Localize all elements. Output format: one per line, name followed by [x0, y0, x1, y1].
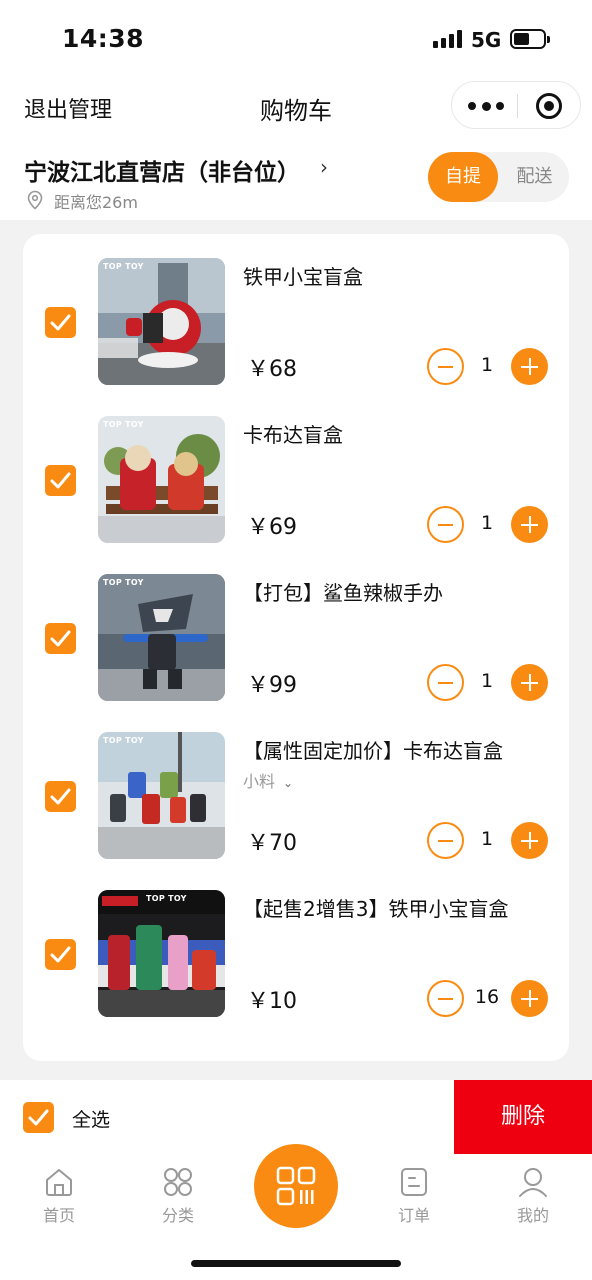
check-icon [50, 630, 71, 647]
tab-label: 首页 [42, 1206, 75, 1225]
store-name[interactable]: 宁波江北直营店（非台位） [24, 153, 300, 187]
increase-quantity-button[interactable] [511, 348, 548, 385]
cart-item: TOP TOY 卡布达盲盒 ￥69 1 [23, 392, 569, 550]
product-name[interactable]: 【起售2增售3】铁甲小宝盲盒 [243, 893, 508, 922]
product-image[interactable]: TOP TOY [98, 258, 225, 385]
cart-item: TOP TOY 【属性固定加价】卡布达盲盒 小料 ⌄ ￥70 1 [23, 708, 569, 866]
product-price: ￥68 [247, 357, 297, 382]
store-distance: 距离您26m [54, 193, 138, 212]
product-price: ￥99 [247, 673, 297, 698]
decrease-quantity-button[interactable] [427, 664, 464, 701]
check-icon [28, 1109, 49, 1126]
qr-scan-icon [276, 1166, 316, 1206]
item-checkbox[interactable] [45, 623, 76, 654]
product-price: ￥70 [247, 831, 297, 856]
product-name[interactable]: 铁甲小宝盲盒 [243, 261, 363, 290]
capsule-divider [517, 94, 518, 118]
delete-button[interactable]: 删除 [454, 1080, 592, 1154]
tab-orders[interactable]: 订单 [374, 1166, 454, 1226]
check-icon [50, 946, 71, 963]
target-circle-icon[interactable] [536, 93, 562, 119]
item-checkbox[interactable] [45, 939, 76, 970]
select-all-checkbox[interactable] [23, 1102, 54, 1133]
brand-tag: TOP TOY [103, 736, 144, 745]
check-icon [50, 472, 71, 489]
network-type: 5G [471, 28, 502, 52]
tab-label: 订单 [397, 1206, 430, 1225]
more-dots-icon[interactable] [468, 96, 504, 116]
item-checkbox[interactable] [45, 307, 76, 338]
profile-icon [519, 1168, 547, 1197]
cart-list: TOP TOY 铁甲小宝盲盒 ￥68 1 TOP TOY 卡布达盲盒 ￥69 1… [23, 234, 569, 1061]
product-image[interactable]: TOP TOY [98, 890, 225, 1017]
tab-bar: 首页 分类 订单 我的 [0, 1144, 592, 1280]
quantity-value: 1 [480, 512, 494, 534]
home-icon [46, 1169, 72, 1196]
select-all-label[interactable]: 全选 [72, 1105, 110, 1132]
tab-label: 我的 [516, 1206, 549, 1225]
increase-quantity-button[interactable] [511, 980, 548, 1017]
scan-button[interactable] [254, 1144, 338, 1228]
item-checkbox[interactable] [45, 465, 76, 496]
chevron-right-icon[interactable]: › [320, 155, 328, 179]
brand-tag: TOP TOY [103, 262, 144, 271]
product-name[interactable]: 【属性固定加价】卡布达盲盒 [243, 735, 503, 764]
check-icon [50, 314, 71, 331]
battery-icon [510, 29, 550, 49]
decrease-quantity-button[interactable] [427, 822, 464, 859]
delivery-mode-toggle: 自提 配送 [428, 152, 569, 202]
product-price: ￥10 [247, 989, 297, 1014]
brand-tag: TOP TOY [103, 420, 144, 429]
tab-label: 分类 [161, 1206, 194, 1225]
signal-icon [433, 30, 462, 48]
mode-pickup[interactable]: 自提 [428, 152, 498, 202]
quantity-value: 1 [480, 354, 494, 376]
decrease-quantity-button[interactable] [427, 506, 464, 543]
increase-quantity-button[interactable] [511, 822, 548, 859]
decrease-quantity-button[interactable] [427, 348, 464, 385]
order-icon [401, 1168, 427, 1196]
brand-tag: TOP TOY [103, 578, 144, 587]
chevron-down-icon: ⌄ [283, 775, 294, 790]
cart-action-bar: 全选 删除 [0, 1080, 592, 1154]
home-indicator [191, 1260, 401, 1267]
product-name[interactable]: 【打包】鲨鱼辣椒手办 [243, 577, 443, 606]
store-header: 宁波江北直营店（非台位） › 距离您26m 自提 配送 [0, 138, 592, 220]
quantity-value: 16 [474, 986, 500, 1008]
increase-quantity-button[interactable] [511, 506, 548, 543]
product-spec-label: 小料 [243, 772, 276, 791]
tab-category[interactable]: 分类 [138, 1166, 218, 1226]
item-checkbox[interactable] [45, 781, 76, 812]
cart-item: TOP TOY 【打包】鲨鱼辣椒手办 ￥99 1 [23, 550, 569, 708]
product-image[interactable]: TOP TOY [98, 574, 225, 701]
category-icon [164, 1168, 192, 1196]
nav-bar: 退出管理 购物车 [0, 80, 592, 138]
mode-delivery[interactable]: 配送 [500, 152, 569, 202]
product-name[interactable]: 卡布达盲盒 [243, 419, 343, 448]
check-icon [50, 788, 71, 805]
brand-tag: TOP TOY [146, 894, 187, 903]
cart-item: TOP TOY 铁甲小宝盲盒 ￥68 1 [23, 234, 569, 392]
product-price: ￥69 [247, 515, 297, 540]
product-image[interactable]: TOP TOY [98, 416, 225, 543]
tab-profile[interactable]: 我的 [493, 1166, 573, 1226]
tab-home[interactable]: 首页 [19, 1166, 99, 1226]
status-time: 14:38 [62, 24, 145, 53]
location-pin-icon [27, 190, 43, 210]
increase-quantity-button[interactable] [511, 664, 548, 701]
quantity-value: 1 [480, 670, 494, 692]
quantity-value: 1 [480, 828, 494, 850]
product-image[interactable]: TOP TOY [98, 732, 225, 859]
cart-item: TOP TOY 【起售2增售3】铁甲小宝盲盒 ￥10 16 [23, 866, 569, 1024]
mini-program-capsule [451, 81, 581, 129]
status-bar: 14:38 5G [0, 0, 592, 80]
product-spec[interactable]: 小料 ⌄ [243, 768, 293, 792]
decrease-quantity-button[interactable] [427, 980, 464, 1017]
